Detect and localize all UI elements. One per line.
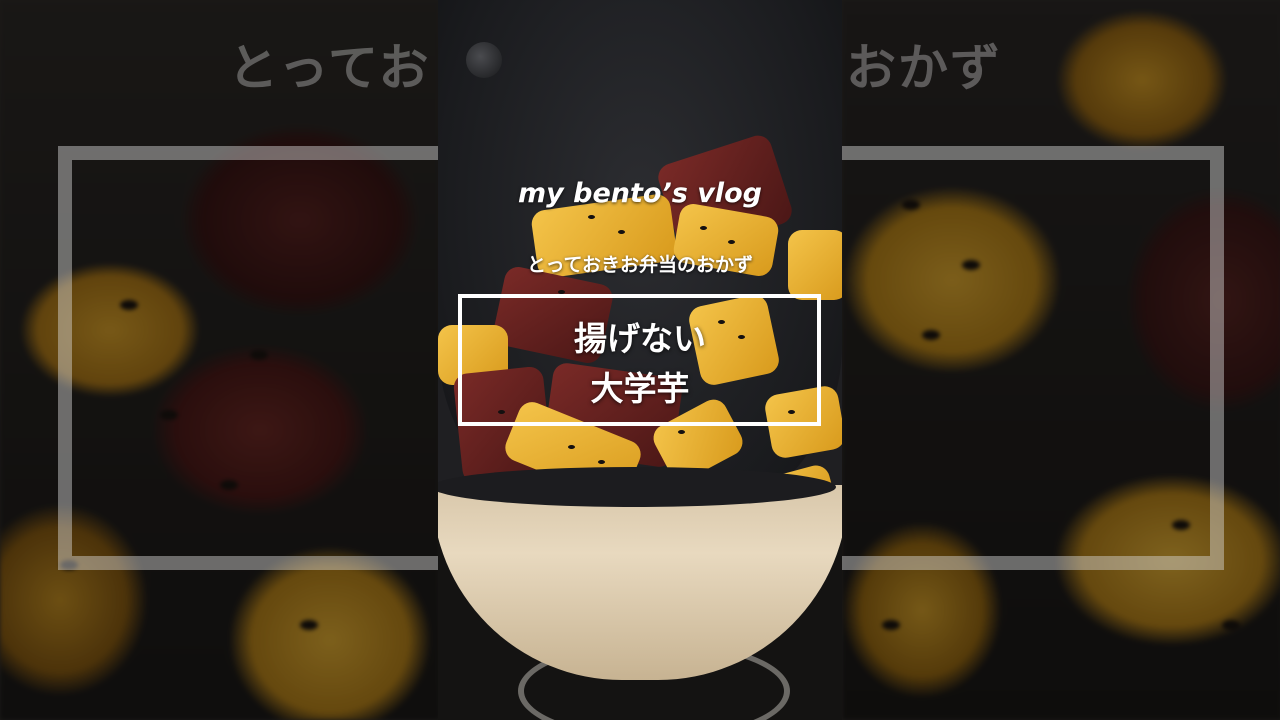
blurred-title-box-left: [58, 146, 478, 570]
blurred-title-box-right: [842, 146, 1224, 570]
video-subtitle: とっておきお弁当のおかず: [527, 254, 753, 276]
video-center: my bento’s vlog とっておきお弁当のおかず 揚げない 大学芋: [438, 0, 842, 720]
pan-rim: [438, 467, 842, 680]
blurred-subtitle-right: おかず: [846, 39, 1002, 97]
video-frame[interactable]: とってお おかず my bento’s vlog とっておきお弁当のおかず 揚げ…: [0, 0, 1280, 720]
video-title-line-1: 揚げない: [574, 319, 706, 358]
blurred-subtitle-left: とってお: [228, 39, 431, 97]
channel-title: my bento’s vlog: [518, 178, 762, 209]
video-title-line-2: 大学芋: [590, 369, 690, 408]
pan-rivet: [466, 42, 502, 78]
